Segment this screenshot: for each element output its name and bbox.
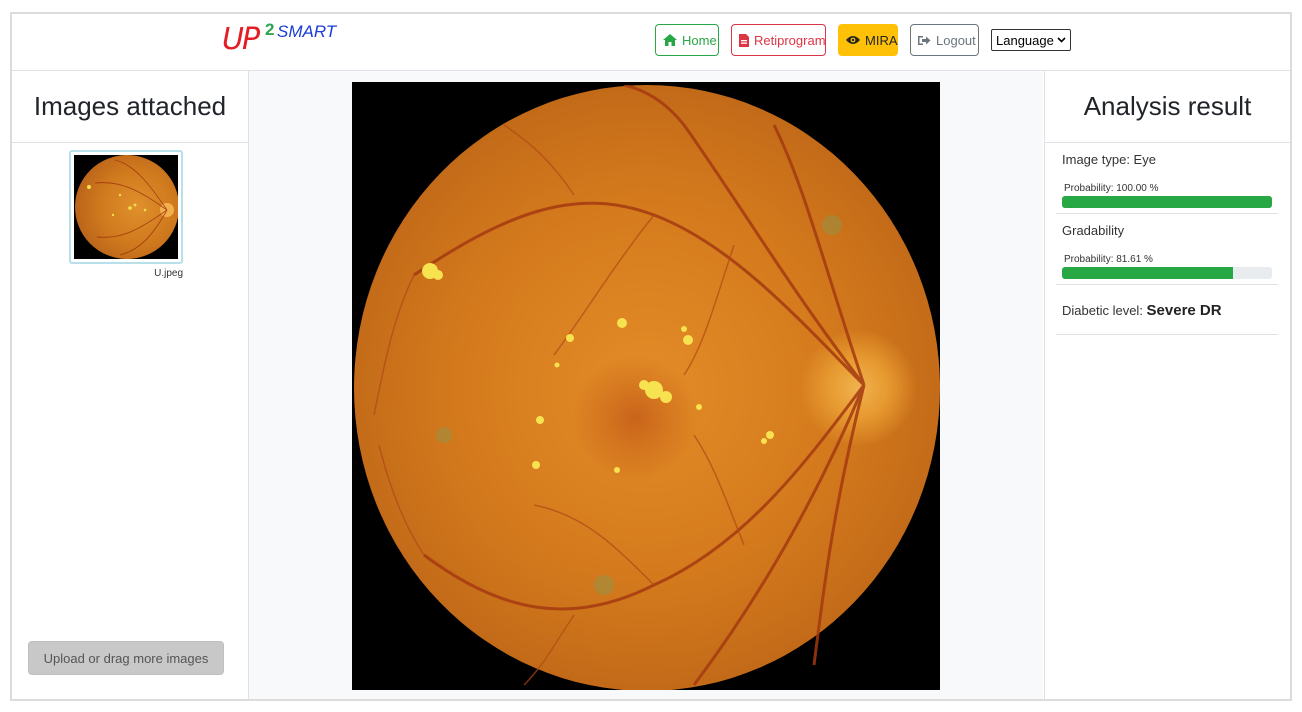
gradability-label: Gradability	[1062, 223, 1125, 238]
language-select[interactable]: Language	[991, 29, 1071, 51]
language-label: Language	[996, 32, 1054, 48]
home-button[interactable]: Home	[655, 24, 719, 56]
image-type-progress-bar	[1062, 196, 1272, 208]
thumbnail-fundus	[75, 155, 178, 259]
attached-image-item[interactable]: U.jpeg	[69, 150, 185, 279]
diabetic-level-label: Diabetic level:	[1062, 303, 1147, 318]
diabetic-level-result: Diabetic level: Severe DR	[1056, 285, 1278, 335]
logo-up: UP	[222, 22, 260, 57]
eye-icon	[846, 35, 860, 45]
diabetic-level-value: Severe DR	[1146, 302, 1222, 319]
chevron-down-icon	[1057, 35, 1066, 46]
image-type-probability-label: Probability: 100.00 %	[1064, 183, 1159, 194]
images-attached-title: Images attached	[12, 71, 248, 143]
fundus-image	[354, 85, 940, 690]
image-type-progress	[1062, 196, 1272, 208]
home-icon	[663, 34, 677, 46]
fundus-image-container[interactable]	[352, 82, 940, 690]
file-pdf-icon	[739, 33, 749, 47]
retiprogram-button[interactable]: Retiprogram	[731, 24, 826, 56]
retiprogram-label: Retiprogram	[754, 32, 826, 48]
logo-smart: SMART	[277, 22, 337, 41]
image-thumbnail[interactable]	[69, 150, 183, 264]
logout-label: Logout	[936, 32, 976, 48]
analysis-result-panel: Analysis result Image type: Eye Probabil…	[1044, 71, 1290, 699]
mira-label: MIRA	[865, 32, 898, 48]
gradability-probability-label: Probability: 81.61 %	[1064, 254, 1153, 265]
logo-two: 2	[265, 20, 275, 39]
analysis-result-title: Analysis result	[1045, 71, 1290, 143]
thumbnail-filename: U.jpeg	[154, 268, 183, 279]
app-frame: UP 2 SMART Home Retiprogram MIRA Logout …	[10, 12, 1292, 701]
logout-button[interactable]: Logout	[910, 24, 979, 56]
attached-images-panel: Images attached U.jpeg Upload or drag mo…	[12, 71, 249, 699]
gradability-progress	[1062, 267, 1272, 279]
image-type-label: Image type:	[1062, 152, 1134, 167]
sign-out-icon	[918, 35, 931, 46]
image-viewer	[249, 71, 1043, 699]
mira-button[interactable]: MIRA	[838, 24, 898, 56]
gradability-progress-bar	[1062, 267, 1234, 279]
thumbnail-image	[74, 155, 178, 259]
image-type-row: Image type: Eye	[1062, 152, 1272, 167]
image-type-result: Image type: Eye Probability: 100.00 %	[1056, 143, 1278, 214]
top-navbar: UP 2 SMART Home Retiprogram MIRA Logout …	[12, 14, 1290, 71]
up2smart-logo[interactable]: UP 2 SMART	[222, 20, 352, 60]
gradability-result: Gradability Probability: 81.61 %	[1056, 214, 1278, 285]
nav-buttons: Home Retiprogram MIRA Logout Language	[655, 24, 1071, 56]
image-type-value: Eye	[1133, 152, 1156, 167]
upload-images-button[interactable]: Upload or drag more images	[28, 641, 224, 675]
home-label: Home	[682, 32, 717, 48]
